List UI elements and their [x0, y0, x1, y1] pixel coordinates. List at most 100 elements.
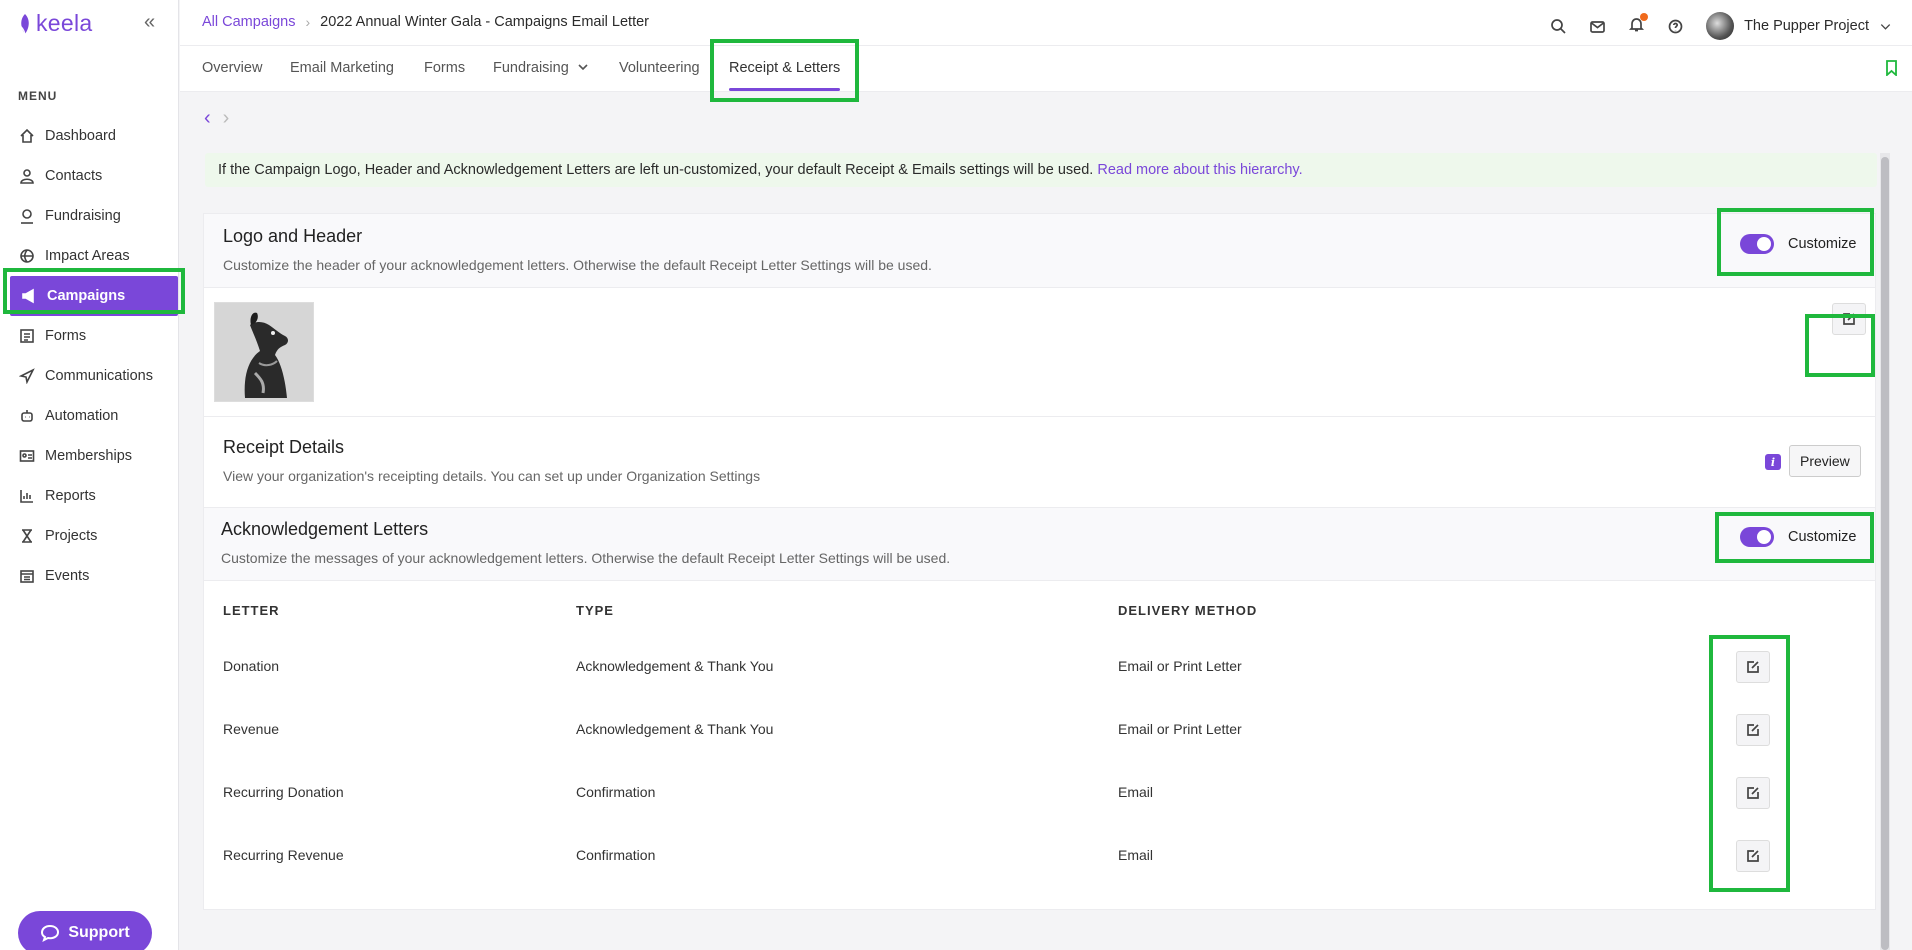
letter-cell: Recurring Revenue	[223, 847, 344, 863]
chevron-down-icon	[578, 64, 588, 71]
sidebar-item-label: Memberships	[45, 448, 133, 464]
bar-chart-icon	[20, 490, 33, 503]
logo-header-title: Logo and Header	[223, 226, 363, 246]
tab-email-marketing[interactable]: Email Marketing	[290, 60, 394, 76]
keela-leaf-icon	[18, 13, 29, 34]
preview-button[interactable]: Preview	[1789, 445, 1861, 477]
type-cell: Confirmation	[576, 847, 656, 863]
ack-letters-title: Acknowledgement Letters	[221, 519, 429, 539]
sidebar-item-reports[interactable]: Reports	[8, 476, 180, 516]
sidebar-item-automation[interactable]: Automation	[8, 396, 180, 436]
receipt-letters-card: Logo and Header Customize the header of …	[203, 213, 1876, 910]
ack-letters-description: Customize the messages of your acknowled…	[221, 550, 951, 566]
edit-letters-highlight-box	[1709, 635, 1790, 892]
campaign-tabs: Overview Email Marketing Forms Fundraisi…	[180, 46, 1912, 92]
column-header-letter: LETTER	[223, 603, 280, 618]
divider	[204, 416, 1875, 417]
delivery-cell: Email or Print Letter	[1118, 721, 1242, 737]
ack-letters-section: Acknowledgement Letters Customize the me…	[204, 507, 1875, 581]
sidebar-item-dashboard[interactable]: Dashboard	[8, 116, 180, 156]
paper-plane-icon	[19, 368, 35, 384]
campaigns-highlight-box	[3, 268, 185, 314]
support-button[interactable]: Support	[18, 911, 152, 950]
sidebar-item-fundraising[interactable]: Fundraising	[8, 196, 180, 236]
delivery-cell: Email	[1118, 784, 1154, 800]
bookmark-icon[interactable]	[1885, 60, 1898, 76]
user-icon	[20, 169, 34, 184]
chat-bubble-icon	[41, 924, 60, 942]
sidebar-item-label: Reports	[45, 488, 96, 504]
forward-arrow-icon[interactable]: ›	[223, 107, 230, 130]
delivery-cell: Email	[1118, 847, 1154, 863]
edit-logo-highlight-box	[1805, 314, 1875, 377]
notice-text: If the Campaign Logo, Header and Acknowl…	[218, 162, 1094, 178]
logo-header-description: Customize the header of your acknowledge…	[223, 257, 932, 273]
letter-cell: Revenue	[223, 721, 280, 737]
tab-fundraising-label: Fundraising	[493, 60, 569, 76]
column-header-delivery: DELIVERY METHOD	[1118, 603, 1258, 618]
sidebar-item-label: Dashboard	[45, 128, 116, 144]
tab-overview[interactable]: Overview	[202, 60, 262, 76]
logo-text: keela	[36, 10, 93, 36]
type-cell: Acknowledgement & Thank You	[576, 721, 774, 737]
collapse-sidebar-icon[interactable]: «	[144, 11, 155, 34]
search-icon[interactable]	[1550, 18, 1567, 35]
sidebar-item-forms[interactable]: Forms	[8, 316, 180, 356]
top-icons: The Pupper Project	[1550, 12, 1892, 40]
globe-icon	[20, 249, 34, 263]
receipt-details-description: View your organization's receipting deta…	[223, 468, 761, 484]
sidebar-item-label: Automation	[45, 408, 119, 424]
sidebar-item-label: Projects	[45, 528, 98, 544]
sidebar-item-contacts[interactable]: Contacts	[8, 156, 180, 196]
hourglass-icon	[22, 529, 32, 543]
sidebar: keela « MENU Dashboard Contacts Fundrais…	[0, 0, 179, 950]
avatar	[1706, 12, 1735, 40]
notifications-button[interactable]	[1628, 13, 1649, 36]
top-bar: All Campaigns › 2022 Annual Winter Gala …	[180, 0, 1912, 46]
sidebar-item-memberships[interactable]: Memberships	[8, 436, 180, 476]
campaign-logo-image	[214, 302, 314, 402]
letter-cell: Recurring Donation	[223, 784, 344, 800]
donation-icon	[21, 209, 33, 224]
history-nav: ‹ ›	[204, 107, 229, 130]
column-header-type: TYPE	[576, 603, 614, 618]
robot-icon	[21, 410, 33, 422]
scrollbar[interactable]	[1880, 153, 1890, 950]
sidebar-item-label: Forms	[45, 328, 87, 344]
org-name: The Pupper Project	[1744, 18, 1869, 34]
hierarchy-notice: If the Campaign Logo, Header and Acknowl…	[205, 153, 1877, 187]
sidebar-item-projects[interactable]: Projects	[8, 516, 180, 556]
info-icon[interactable]: i	[1765, 454, 1781, 470]
logo-toggle-highlight-box	[1717, 208, 1874, 276]
sidebar-item-label: Contacts	[45, 168, 103, 184]
tab-volunteering[interactable]: Volunteering	[619, 60, 700, 76]
chevron-down-icon	[1880, 23, 1891, 30]
receipt-tab-highlight-box	[710, 39, 859, 102]
ack-toggle-highlight-box	[1715, 512, 1874, 563]
sidebar-item-label: Fundraising	[45, 208, 121, 224]
chevron-right-icon: ›	[305, 14, 311, 30]
tab-fundraising[interactable]: Fundraising	[493, 60, 589, 76]
sidebar-item-events[interactable]: Events	[8, 556, 180, 596]
tab-forms[interactable]: Forms	[424, 60, 465, 76]
mail-icon[interactable]	[1589, 18, 1606, 35]
org-menu[interactable]: The Pupper Project	[1706, 12, 1892, 40]
breadcrumb-all-campaigns[interactable]: All Campaigns	[202, 14, 296, 30]
hierarchy-link[interactable]: Read more about this hierarchy.	[1097, 162, 1302, 178]
receipt-details-title: Receipt Details	[223, 437, 345, 457]
sidebar-nav: Dashboard Contacts Fundraising Impact Ar…	[8, 116, 180, 596]
back-arrow-icon[interactable]: ‹	[204, 107, 211, 130]
sidebar-item-label: Communications	[45, 368, 153, 384]
dog-photo-icon	[215, 303, 313, 401]
sidebar-item-label: Events	[45, 568, 90, 584]
scrollbar-thumb[interactable]	[1881, 157, 1889, 950]
help-icon[interactable]	[1667, 18, 1684, 35]
type-cell: Confirmation	[576, 784, 656, 800]
type-cell: Acknowledgement & Thank You	[576, 658, 774, 674]
support-label: Support	[68, 924, 130, 941]
sidebar-item-label: Impact Areas	[45, 248, 130, 264]
form-icon	[20, 329, 34, 343]
keela-logo[interactable]: keela	[18, 10, 92, 37]
sidebar-item-communications[interactable]: Communications	[8, 356, 180, 396]
logo-header-section: Logo and Header Customize the header of …	[204, 214, 1875, 288]
